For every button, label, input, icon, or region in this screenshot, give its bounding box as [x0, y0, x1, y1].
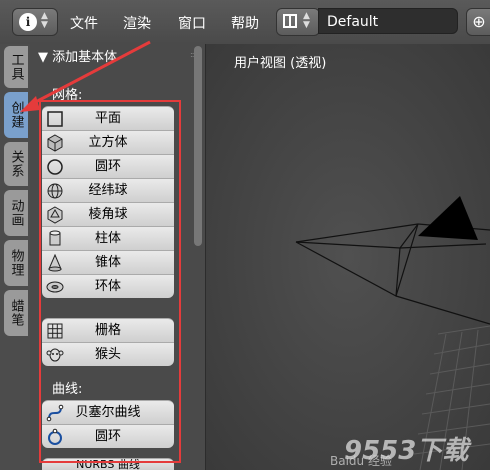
button-label: 平面	[94, 111, 121, 126]
watermark-sub: Baidu 经验	[330, 454, 392, 468]
add-monkey-button[interactable]: 猴头	[42, 342, 174, 366]
add-uv-sphere-button[interactable]: 经纬球	[42, 178, 174, 202]
cylinder-icon	[49, 230, 61, 246]
screen-layout-button[interactable]: ▲ ▼	[276, 8, 320, 36]
add-cone-button[interactable]: 锥体	[42, 250, 174, 274]
cone-icon	[48, 254, 62, 272]
curve-section-label: 曲线:	[52, 382, 83, 397]
button-label: 圆环	[94, 159, 121, 174]
bezier-circle-icon	[48, 428, 62, 445]
add-ico-sphere-button[interactable]: 棱角球	[42, 202, 174, 226]
add-plane-button[interactable]: 平面	[42, 106, 174, 130]
button-label: 棱角球	[88, 207, 128, 222]
info-icon: i	[19, 13, 37, 31]
viewport-scene	[206, 44, 490, 470]
button-label: 栅格	[94, 323, 121, 338]
add-layout-icon[interactable]: ⊕	[466, 8, 490, 36]
tab-animation[interactable]: 动画	[4, 190, 28, 236]
layout-icon	[283, 14, 297, 28]
editor-type-button[interactable]: i ▲ ▼	[12, 8, 58, 36]
mesh-section-label: 网格:	[52, 88, 83, 103]
monkey-icon	[46, 348, 64, 362]
menu-help[interactable]: 帮助	[231, 13, 259, 33]
button-label: NURBS 曲线	[76, 458, 140, 470]
ico-sphere-icon	[47, 206, 63, 224]
cube-icon	[47, 134, 63, 152]
add-torus-button[interactable]: 环体	[42, 274, 174, 298]
menu-window[interactable]: 窗口	[178, 13, 206, 33]
button-label: 猴头	[94, 347, 121, 362]
updown-arrows-icon: ▲ ▼	[41, 11, 48, 30]
button-label: 贝塞尔曲线	[75, 405, 141, 420]
button-label: 柱体	[94, 231, 121, 246]
tab-grease-pencil[interactable]: 蜡笔	[4, 290, 28, 336]
add-bezier-button[interactable]: 贝塞尔曲线	[42, 400, 174, 424]
menu-file[interactable]: 文件	[70, 13, 98, 33]
button-label: 经纬球	[88, 183, 128, 198]
add-cylinder-button[interactable]: 柱体	[42, 226, 174, 250]
tab-tools[interactable]: 工具	[4, 46, 28, 88]
viewport-label: 用户视图 (透视)	[234, 56, 327, 71]
bezier-icon	[46, 404, 64, 422]
top-menubar: i ▲ ▼ 文件 渲染 窗口 帮助 ▲ ▼ Default ⊕	[0, 0, 490, 45]
plane-icon	[47, 111, 63, 127]
add-grid-button[interactable]: 栅格	[42, 318, 174, 342]
panel-header[interactable]: ▼ 添加基本体	[38, 46, 117, 65]
add-cube-button[interactable]: 立方体	[42, 130, 174, 154]
torus-icon	[46, 281, 64, 293]
add-nurbs-curve-button[interactable]: NURBS 曲线	[42, 458, 174, 470]
circle-icon	[47, 159, 63, 175]
updown-arrows-icon: ▲ ▼	[303, 11, 310, 30]
button-label: 环体	[94, 279, 121, 294]
add-bezier-circle-button[interactable]: 圆环	[42, 424, 174, 448]
screen-layout-name[interactable]: Default	[318, 8, 458, 34]
tab-create[interactable]: 创建	[4, 92, 28, 138]
uv-sphere-icon	[47, 183, 63, 199]
panel-scrollbar[interactable]	[194, 46, 202, 246]
menu-render[interactable]: 渲染	[123, 13, 151, 33]
grid-icon	[47, 323, 63, 339]
3d-viewport[interactable]: 用户视图 (透视)	[206, 44, 490, 470]
tab-physics[interactable]: 物理	[4, 240, 28, 286]
button-label: 锥体	[94, 255, 121, 270]
button-label: 圆环	[94, 429, 121, 444]
button-label: 立方体	[88, 135, 128, 150]
tab-relations[interactable]: 关系	[4, 142, 28, 186]
add-circle-button[interactable]: 圆环	[42, 154, 174, 178]
tool-shelf-tabs: 工具 创建 关系 动画 物理 蜡笔	[0, 44, 30, 470]
